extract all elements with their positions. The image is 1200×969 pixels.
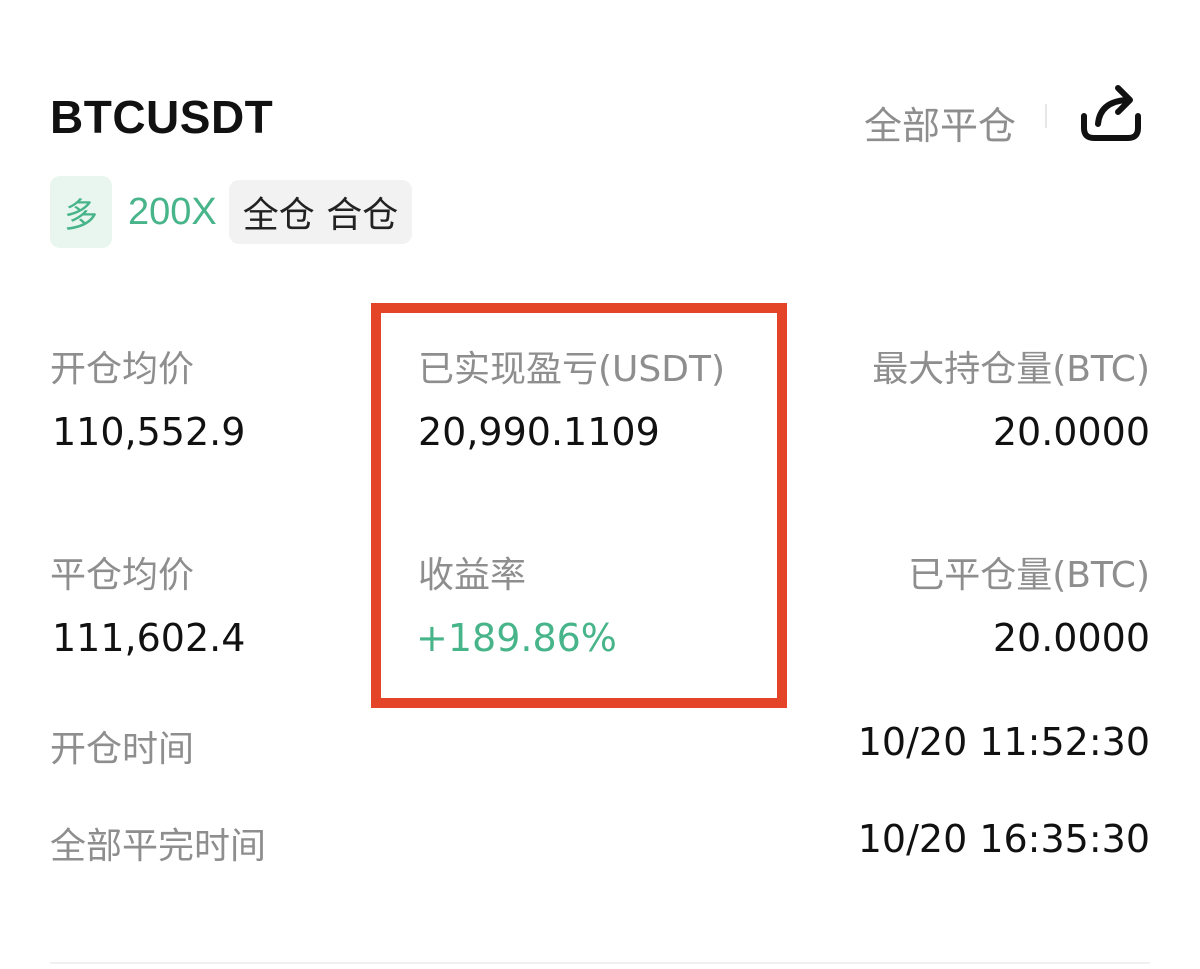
position-history-card: BTCUSDT 全部平仓 多 200X 全仓 合仓 开仓均价 110,552.9… <box>0 0 1200 969</box>
closed-volume-label: 已平仓量(BTC) <box>908 555 1150 596</box>
open-time-label: 开仓时间 <box>50 729 195 770</box>
highlight-annotation-box <box>371 303 787 708</box>
close-avg-price-value: 111,602.4 <box>52 616 246 660</box>
leverage-label: 200X <box>128 190 217 233</box>
closed-volume-value: 20.0000 <box>992 616 1150 660</box>
margin-mode-badge: 全仓 合仓 <box>228 180 413 244</box>
side-badge: 多 <box>50 176 112 248</box>
bottom-divider <box>50 962 1150 964</box>
open-avg-price-label: 开仓均价 <box>50 349 195 390</box>
max-position-value: 20.0000 <box>992 410 1150 454</box>
close-time-label: 全部平完时间 <box>50 826 267 867</box>
symbol-title: BTCUSDT <box>50 91 274 143</box>
share-icon[interactable] <box>1078 82 1144 144</box>
position-tags: 多 200X 全仓 合仓 <box>50 175 413 249</box>
close-avg-price-label: 平仓均价 <box>50 555 195 596</box>
open-time-value: 10/20 11:52:30 <box>857 720 1150 764</box>
open-avg-price-value: 110,552.9 <box>52 410 246 454</box>
close-all-button[interactable]: 全部平仓 <box>864 95 1016 150</box>
header-divider <box>1045 104 1047 128</box>
max-position-label: 最大持仓量(BTC) <box>872 349 1150 390</box>
close-time-value: 10/20 16:35:30 <box>857 817 1150 861</box>
